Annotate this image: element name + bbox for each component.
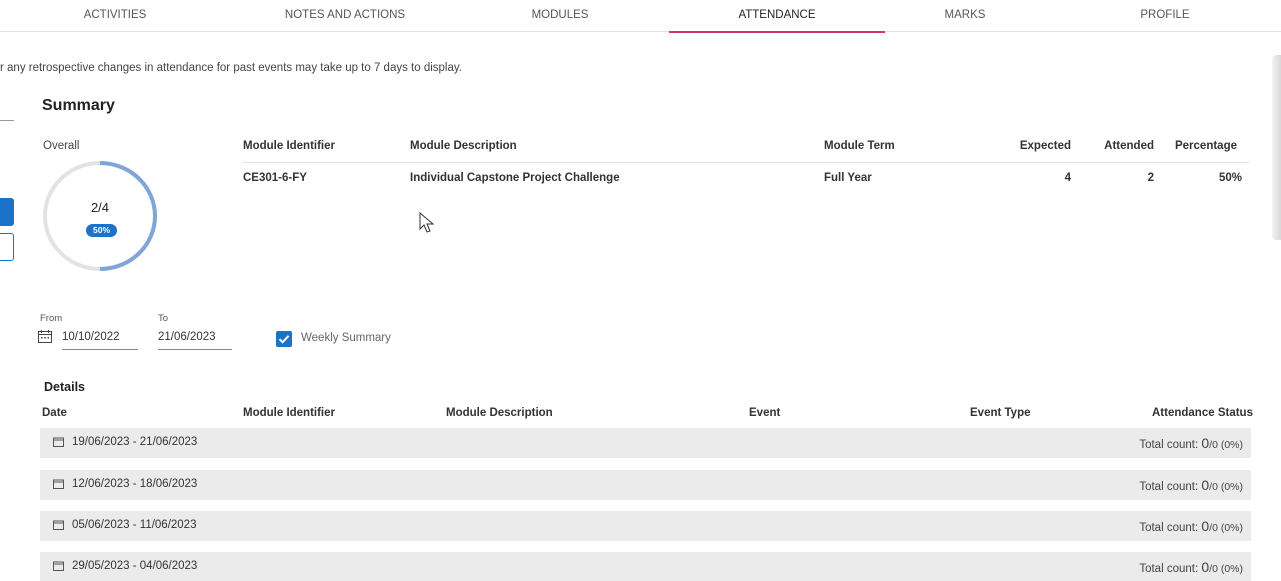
from-date-input[interactable]: 10/10/2022 [62, 330, 138, 350]
week-row[interactable]: 29/05/2023 - 04/06/2023 Total count: 0/0… [40, 552, 1251, 581]
details-header-event: Event [749, 407, 781, 419]
details-header-attendance-status: Attendance Status [1152, 407, 1253, 419]
summary-module-description: Individual Capstone Project Challenge [410, 172, 620, 184]
week-row[interactable]: 12/06/2023 - 18/06/2023 Total count: 0/0… [40, 470, 1251, 500]
summary-title: Summary [42, 97, 115, 114]
total-count-value: 0 [1201, 518, 1210, 534]
summary-header-percentage: Percentage [1174, 140, 1237, 152]
details-title: Details [44, 380, 85, 394]
calendar-icon [53, 520, 64, 530]
tab-notes-and-actions[interactable]: NOTES AND ACTIONS [270, 0, 420, 32]
week-date-range: 05/06/2023 - 11/06/2023 [72, 519, 197, 531]
side-panel-handle[interactable] [1272, 55, 1281, 240]
total-count-value: 0 [1201, 435, 1210, 451]
calendar-icon [53, 561, 64, 571]
summary-header-attended: Attended [1104, 140, 1154, 152]
tab-marks[interactable]: MARKS [925, 0, 1005, 32]
calendar-icon [53, 437, 64, 447]
from-label: From [40, 313, 63, 324]
summary-header-module-description: Module Description [410, 140, 517, 152]
overall-ring-value: 2/4 [90, 200, 110, 215]
tab-bar: ACTIVITIES NOTES AND ACTIONS MODULES ATT… [0, 0, 1281, 33]
total-count-label: Total count: [1139, 481, 1202, 493]
week-total-count: Total count: 0/0 (0%) [1139, 477, 1243, 493]
details-header-event-type: Event Type [970, 407, 1031, 419]
summary-attended: 2 [1147, 172, 1154, 184]
sidebar-primary-button[interactable] [0, 198, 14, 226]
overall-percent-badge: 50% [86, 224, 117, 237]
checkmark-icon [278, 335, 290, 344]
week-date-range: 12/06/2023 - 18/06/2023 [72, 478, 198, 490]
sidebar-divider [0, 120, 14, 121]
total-count-label: Total count: [1139, 522, 1202, 534]
mouse-pointer-icon [419, 212, 435, 233]
tab-modules[interactable]: MODULES [510, 0, 610, 32]
week-date-range: 29/05/2023 - 04/06/2023 [72, 560, 198, 572]
total-count-of: /0 (0%) [1209, 439, 1243, 451]
calendar-icon[interactable] [38, 330, 52, 343]
summary-percentage: 50% [1218, 172, 1242, 184]
details-header-module-description: Module Description [446, 407, 553, 419]
total-count-label: Total count: [1139, 439, 1202, 451]
week-total-count: Total count: 0/0 (0%) [1139, 435, 1243, 451]
attendance-notice: r any retrospective changes in attendanc… [0, 62, 462, 74]
total-count-of: /0 (0%) [1209, 481, 1243, 493]
overall-label: Overall [43, 140, 80, 152]
total-count-value: 0 [1201, 559, 1210, 575]
to-date-input[interactable]: 21/06/2023 [158, 330, 232, 350]
tab-attendance[interactable]: ATTENDANCE [669, 0, 885, 33]
total-count-of: /0 (0%) [1209, 522, 1243, 534]
total-count-value: 0 [1201, 477, 1210, 493]
calendar-icon [53, 479, 64, 489]
week-date-range: 19/06/2023 - 21/06/2023 [72, 436, 198, 448]
tab-profile[interactable]: PROFILE [1125, 0, 1205, 32]
details-header-module-identifier: Module Identifier [243, 407, 335, 419]
sidebar-outline-button[interactable] [0, 233, 14, 261]
tab-activities[interactable]: ACTIVITIES [60, 0, 170, 32]
summary-module-identifier: CE301-6-FY [243, 172, 307, 184]
summary-module-term: Full Year [824, 172, 872, 184]
total-count-of: /0 (0%) [1209, 563, 1243, 575]
summary-header-module-identifier: Module Identifier [243, 140, 335, 152]
overall-progress-ring [43, 161, 157, 271]
summary-header-module-term: Module Term [824, 140, 895, 152]
weekly-summary-label[interactable]: Weekly Summary [301, 332, 391, 344]
ring-fill [99, 161, 157, 271]
week-row[interactable]: 19/06/2023 - 21/06/2023 Total count: 0/0… [40, 428, 1251, 458]
to-label: To [158, 313, 169, 324]
week-row[interactable]: 05/06/2023 - 11/06/2023 Total count: 0/0… [40, 511, 1251, 541]
summary-expected: 4 [1064, 172, 1071, 184]
week-total-count: Total count: 0/0 (0%) [1139, 518, 1243, 534]
total-count-label: Total count: [1139, 563, 1202, 575]
summary-header-divider [243, 162, 1249, 163]
details-header-date: Date [42, 407, 67, 419]
week-total-count: Total count: 0/0 (0%) [1139, 559, 1243, 575]
weekly-summary-checkbox[interactable] [276, 331, 292, 347]
summary-header-expected: Expected [1019, 140, 1071, 152]
